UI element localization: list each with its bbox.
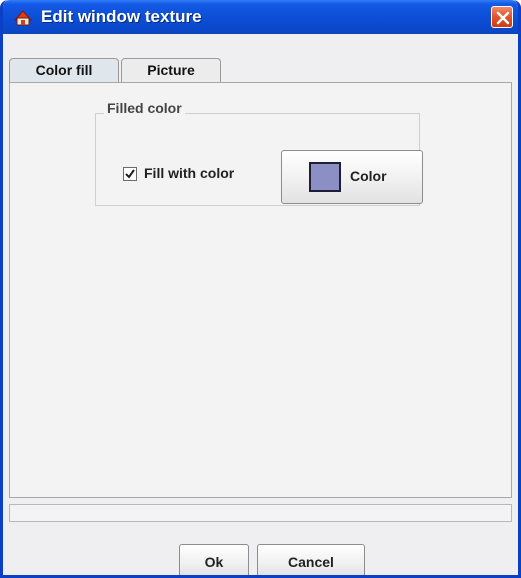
fill-with-color-label[interactable]: Fill with color (144, 165, 234, 181)
color-button-label: Color (350, 168, 387, 184)
color-swatch (309, 162, 341, 192)
close-button[interactable] (491, 6, 513, 28)
group-title: Filled color (104, 100, 185, 116)
title-bar[interactable]: Edit window texture (3, 0, 518, 34)
close-icon (496, 11, 510, 25)
ok-button[interactable]: Ok (179, 544, 249, 575)
tab-color-fill[interactable]: Color fill (9, 58, 119, 82)
checkmark-icon (125, 169, 135, 179)
color-fill-panel: Filled color Fill with color Color (9, 82, 512, 498)
filled-color-group: Filled color Fill with color Color (95, 100, 423, 206)
tab-picture[interactable]: Picture (121, 58, 221, 82)
separator-strip (9, 504, 512, 522)
dialog-content: Color fill Picture Filled color Fill wit… (3, 34, 518, 575)
fill-with-color-checkbox[interactable] (123, 167, 137, 181)
window-title: Edit window texture (41, 7, 202, 26)
color-button[interactable]: Color (281, 150, 423, 204)
dialog-window: Edit window texture Color fill Picture F… (0, 0, 521, 578)
app-icon (13, 8, 33, 26)
cancel-button[interactable]: Cancel (257, 544, 365, 575)
